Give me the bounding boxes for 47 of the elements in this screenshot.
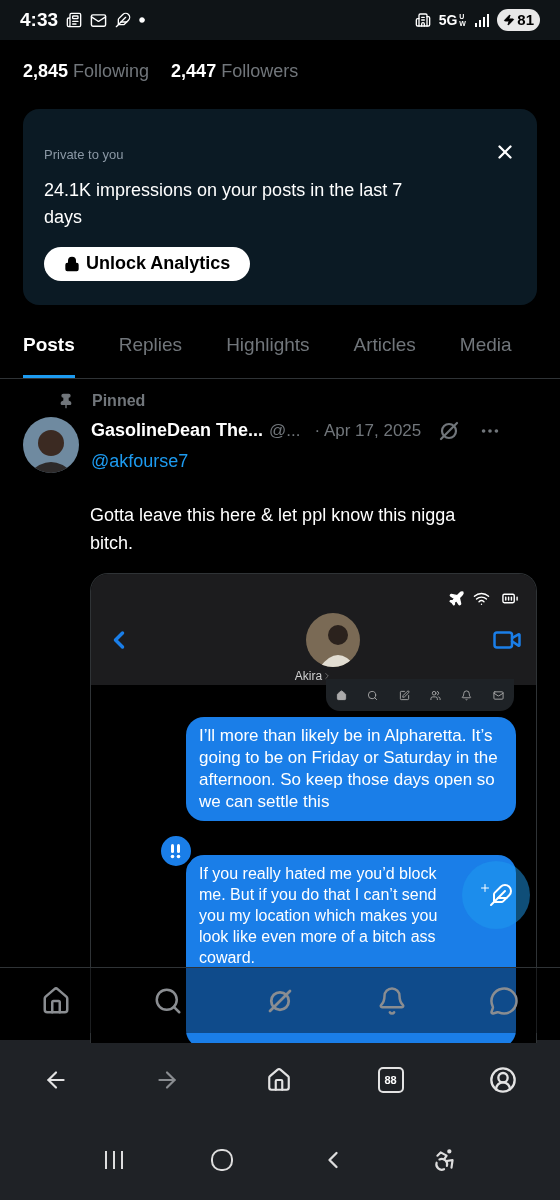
unlock-analytics-button[interactable]: Unlock Analytics bbox=[44, 246, 251, 281]
card-caption: Private to you bbox=[44, 146, 124, 164]
tab-count[interactable]: 88 bbox=[377, 1067, 404, 1093]
account-icon[interactable] bbox=[489, 1066, 518, 1094]
author-handle: @... bbox=[269, 419, 301, 442]
post-text: Gotta leave this here & let ppl know this nigga bitch. bbox=[89, 504, 457, 555]
home-button-icon[interactable] bbox=[209, 1148, 234, 1172]
contact-name: Akira bbox=[294, 668, 323, 685]
plus-icon bbox=[479, 882, 491, 894]
avatar[interactable] bbox=[23, 417, 79, 473]
signal-icon bbox=[475, 13, 490, 27]
news-icon bbox=[66, 12, 83, 28]
exclamation-icon bbox=[169, 843, 183, 859]
status-time: 4:33 bbox=[20, 7, 59, 32]
wifi-icon bbox=[473, 590, 490, 607]
pinned-label: Pinned bbox=[92, 391, 146, 411]
impressions-text: 24.1K impressions on your posts in the last 7 days bbox=[44, 178, 404, 229]
stat-count: 2,447 bbox=[171, 60, 217, 83]
attached-screenshot[interactable] bbox=[90, 573, 537, 1043]
network-label: 5G bbox=[438, 10, 458, 30]
notifications-icon[interactable] bbox=[377, 985, 407, 1016]
recent-apps-icon[interactable] bbox=[102, 1149, 125, 1171]
stat-label[interactable]: Followers bbox=[221, 58, 299, 85]
stat-count: 2,845 bbox=[23, 60, 69, 83]
message-bubble: I’ll more than likely be in Alpharetta. It’s going to be on Friday or Saturday in the afternoon. So keep those days open so we can settle this bbox=[186, 717, 516, 821]
pin-icon bbox=[58, 393, 74, 409]
home-icon[interactable] bbox=[266, 1067, 292, 1093]
airplane-icon bbox=[448, 590, 465, 607]
contact-avatar bbox=[305, 613, 360, 667]
profile-tab[interactable]: Highlights bbox=[226, 331, 310, 378]
message-bubble: If you really hated me you’d block me. But if you do that I can’t send you my location which makes you look like even more of a bitch ass coward. bbox=[186, 855, 516, 1043]
profile-tab[interactable]: Articles bbox=[353, 331, 416, 378]
lock-icon bbox=[64, 255, 80, 272]
building-icon bbox=[414, 12, 431, 28]
battery-indicator: 81 bbox=[497, 9, 540, 31]
reply-mention[interactable]: @akfourse7 bbox=[91, 448, 540, 475]
feather-icon bbox=[489, 883, 513, 907]
profile-tab[interactable]: Replies bbox=[118, 331, 183, 378]
profile-tab[interactable]: Posts bbox=[23, 331, 75, 378]
messages-icon[interactable] bbox=[489, 985, 519, 1016]
home-icon[interactable] bbox=[41, 985, 71, 1016]
mail-icon bbox=[90, 11, 108, 29]
post-date: · Apr 17, 2025 bbox=[314, 419, 422, 442]
stat-label[interactable]: Following bbox=[73, 58, 150, 85]
dot-icon bbox=[139, 17, 146, 23]
author-name[interactable]: GasolineDean The... bbox=[91, 417, 264, 444]
profile-tab[interactable]: Media bbox=[459, 331, 512, 378]
